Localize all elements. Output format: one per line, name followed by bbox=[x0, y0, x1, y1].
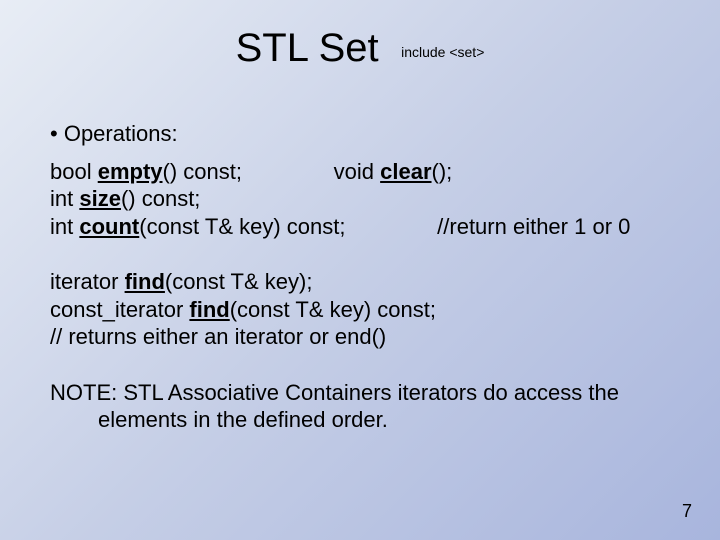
kw-clear: clear bbox=[380, 159, 431, 184]
kw-empty: empty bbox=[98, 159, 163, 184]
note-block: NOTE: STL Associative Containers iterato… bbox=[50, 379, 680, 434]
txt: int bbox=[50, 186, 79, 211]
txt: int bbox=[50, 214, 79, 239]
kw-find-2: find bbox=[189, 297, 229, 322]
txt: () const; void bbox=[163, 159, 381, 184]
slide-body: Operations: bool empty() const; void cle… bbox=[50, 120, 680, 434]
kw-find-1: find bbox=[125, 269, 165, 294]
section-heading: Operations: bbox=[50, 120, 680, 148]
slide-title: STL Set bbox=[236, 26, 379, 71]
title-row: STL Set include <set> bbox=[0, 26, 720, 71]
operations-block: bool empty() const; void clear(); int si… bbox=[50, 158, 680, 241]
kw-count: count bbox=[79, 214, 139, 239]
note-line-2: elements in the defined order. bbox=[50, 406, 680, 434]
kw-size: size bbox=[79, 186, 121, 211]
txt: (const T& key) const; bbox=[139, 214, 345, 239]
slide: STL Set include <set> Operations: bool e… bbox=[0, 0, 720, 540]
op-line-2: int size() const; bbox=[50, 185, 680, 213]
slide-subtitle: include <set> bbox=[401, 44, 484, 60]
txt: () const; bbox=[121, 186, 200, 211]
page-number: 7 bbox=[682, 501, 692, 522]
txt: (const T& key) const; bbox=[230, 297, 436, 322]
txt: (const T& key); bbox=[165, 269, 313, 294]
txt: iterator bbox=[50, 269, 125, 294]
note-line-1: NOTE: STL Associative Containers iterato… bbox=[50, 379, 680, 407]
txt: bool bbox=[50, 159, 98, 184]
txt: const_iterator bbox=[50, 297, 189, 322]
iter-line-1: iterator find(const T& key); bbox=[50, 268, 680, 296]
op-line-3: int count(const T& key) const; //return … bbox=[50, 213, 680, 241]
iter-line-2: const_iterator find(const T& key) const; bbox=[50, 296, 680, 324]
iter-line-3: // returns either an iterator or end() bbox=[50, 323, 680, 351]
txt: (); bbox=[432, 159, 453, 184]
op-line-1: bool empty() const; void clear(); bbox=[50, 158, 680, 186]
comment: //return either 1 or 0 bbox=[345, 214, 630, 239]
iterator-block: iterator find(const T& key); const_itera… bbox=[50, 268, 680, 351]
